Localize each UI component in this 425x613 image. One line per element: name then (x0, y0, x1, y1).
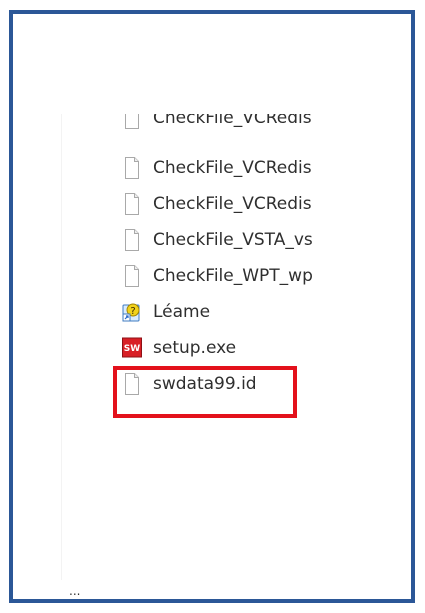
blank-file-icon (125, 157, 139, 179)
file-label: setup.exe (153, 338, 237, 358)
blank-file-icon (125, 265, 139, 287)
blank-file-icon (125, 229, 139, 251)
solidworks-icon: SW (122, 337, 142, 358)
file-item-checkfile-vsta[interactable]: CheckFile_VSTA_vs (62, 222, 359, 258)
screenshot-frame: CheckFile_VCRedis CheckFile_VCRedis Chec… (9, 10, 415, 603)
file-label: CheckFile_WPT_wp (153, 266, 313, 286)
file-item-swdata[interactable]: swdata99.id (62, 366, 359, 402)
blank-file-icon (125, 193, 139, 215)
blank-file-icon (125, 373, 139, 395)
file-label: swdata99.id (153, 374, 257, 394)
file-item-checkfile-vcredis-2[interactable]: CheckFile_VCRedis (62, 150, 359, 186)
file-label: CheckFile_VCRedis (153, 194, 312, 214)
file-label: CheckFile_VCRedis (153, 114, 312, 128)
file-label: CheckFile_VSTA_vs (153, 230, 313, 250)
svg-text:SW: SW (124, 344, 140, 354)
file-item-checkfile-vcredis-1[interactable]: CheckFile_VCRedis (62, 114, 359, 150)
blank-file-icon (125, 114, 139, 129)
file-label: CheckFile_VCRedis (153, 158, 312, 178)
file-item-leame[interactable]: ? Léame (62, 294, 359, 330)
file-list-pane: CheckFile_VCRedis CheckFile_VCRedis Chec… (62, 114, 359, 580)
help-shortcut-icon: ? (122, 303, 140, 322)
file-item-checkfile-wpt[interactable]: CheckFile_WPT_wp (62, 258, 359, 294)
cut-off-text: ... (69, 584, 81, 598)
file-item-setup-exe[interactable]: SW setup.exe (62, 330, 359, 366)
file-list: CheckFile_VCRedis CheckFile_VCRedis Chec… (62, 114, 359, 402)
file-item-checkfile-vcredis-3[interactable]: CheckFile_VCRedis (62, 186, 359, 222)
file-label: Léame (153, 302, 211, 322)
svg-text:?: ? (130, 306, 135, 317)
